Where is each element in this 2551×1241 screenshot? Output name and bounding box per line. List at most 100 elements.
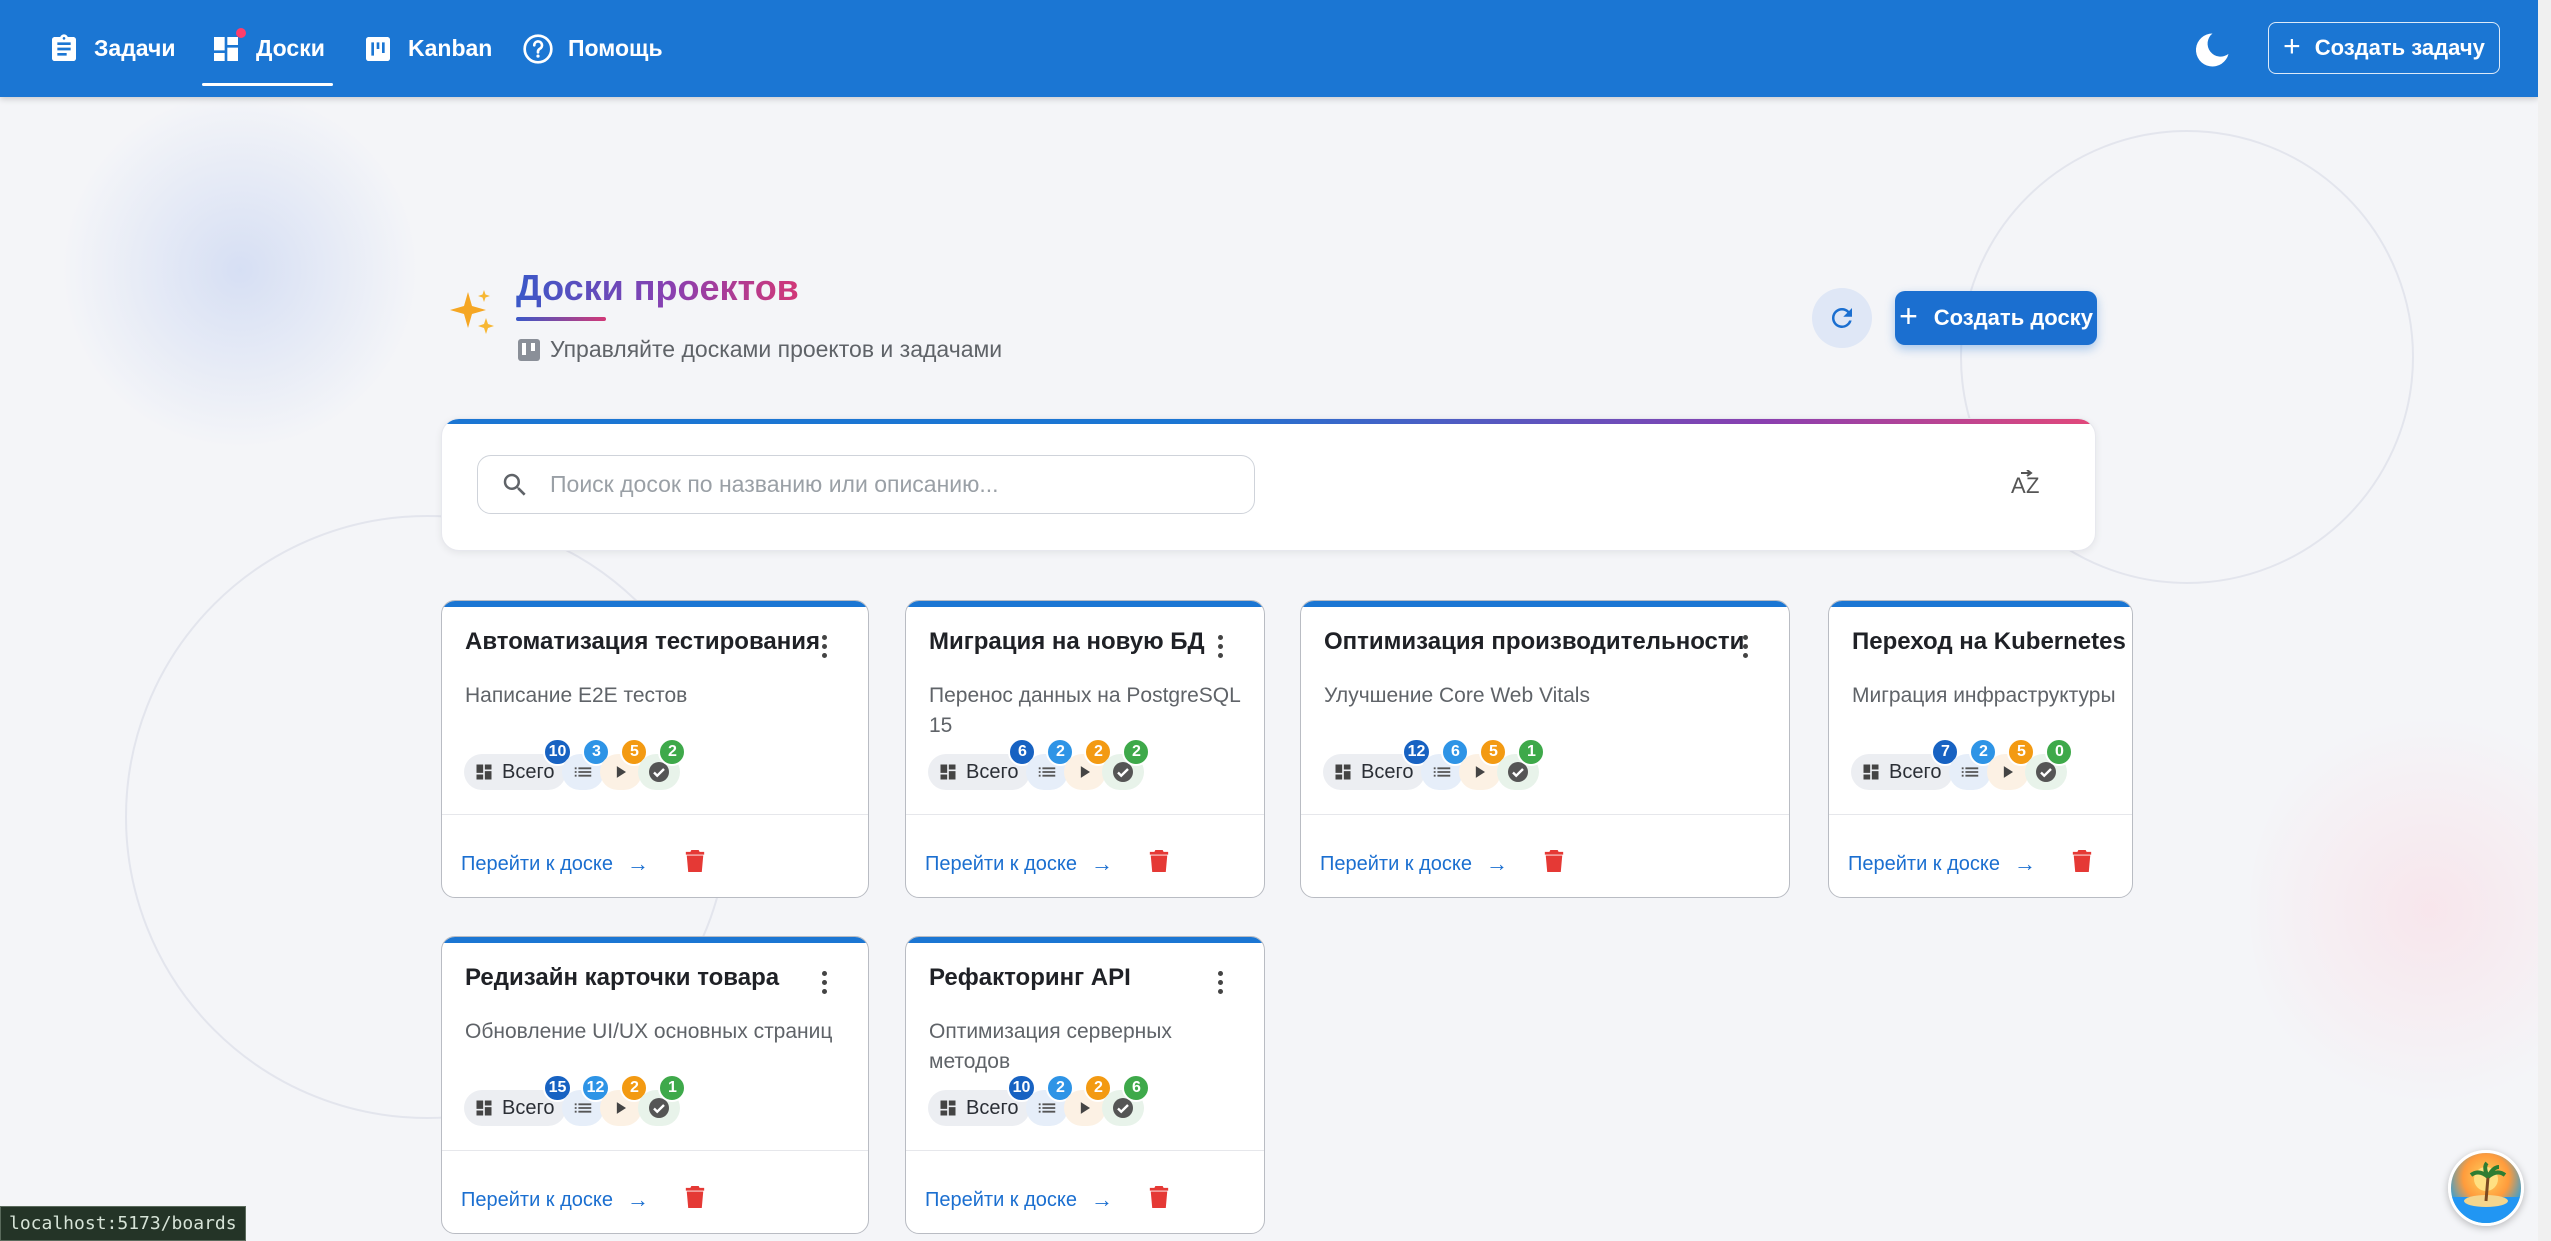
delete-button[interactable]	[2071, 847, 2093, 875]
dashboard-icon	[1335, 764, 1351, 780]
delete-button[interactable]	[1543, 847, 1565, 875]
board-stats: Всего 7 2 5 0	[1851, 738, 2074, 790]
total-chip: Всего 6	[928, 738, 1037, 790]
done-count-badge: 2	[658, 738, 687, 766]
clipboard-icon	[52, 33, 76, 61]
search-icon	[503, 473, 526, 496]
go-to-board-link[interactable]: Перейти к доске →	[1848, 851, 2036, 877]
top-app-bar: Задачи Доски Kanban Помощь + Создать зад…	[0, 0, 2538, 97]
search-input[interactable]	[548, 470, 1232, 499]
palm-island-icon	[2451, 1161, 2521, 1223]
dashboard-icon	[210, 27, 246, 65]
in-progress-chip: 2	[1064, 1074, 1113, 1126]
background-glow	[60, 90, 420, 450]
sort-az-icon[interactable]: A Z	[2008, 465, 2048, 505]
card-divider	[442, 1150, 868, 1151]
go-to-board-link[interactable]: Перейти к доске →	[1320, 851, 1508, 877]
delete-button[interactable]	[684, 847, 706, 875]
board-card[interactable]: Оптимизация производительности Улучшение …	[1300, 600, 1790, 898]
delete-button[interactable]	[684, 1183, 706, 1211]
in-progress-chip: 5	[1459, 738, 1508, 790]
board-stats: Всего 10 2 2 6	[928, 1074, 1151, 1126]
total-chip: Всего 10	[464, 738, 573, 790]
go-to-board-label: Перейти к доске	[1848, 852, 2001, 875]
todo-chip: 2	[1026, 1074, 1075, 1126]
go-to-board-link[interactable]: Перейти к доске →	[925, 851, 1113, 877]
board-card[interactable]: Миграция на новую БД Перенос данных на Po…	[905, 600, 1265, 898]
scrollbar[interactable]	[2538, 0, 2551, 1241]
nav-item-label: Доски	[256, 35, 325, 61]
background-glow	[2250, 700, 2551, 1120]
total-chip: Всего 10	[928, 1074, 1037, 1126]
go-to-board-label: Перейти к доске	[1320, 852, 1473, 875]
done-chip: 2	[1102, 738, 1151, 790]
more-vert-icon[interactable]	[2129, 631, 2132, 665]
nav-item-kanban[interactable]: Kanban	[362, 0, 492, 97]
board-description: Улучшение Core Web Vitals	[1324, 684, 1590, 707]
todo-chip: 2	[1949, 738, 1998, 790]
more-vert-icon[interactable]	[1208, 967, 1232, 1001]
sparkle-icon	[450, 290, 494, 334]
board-card[interactable]: Рефакторинг API Оптимизация серверных мет…	[905, 936, 1265, 1234]
more-vert-icon[interactable]	[1208, 631, 1232, 665]
avatar[interactable]	[2448, 1150, 2524, 1226]
create-task-button[interactable]: + Создать задачу	[2268, 22, 2500, 74]
board-card[interactable]: Редизайн карточки товара Обновление UI/UX…	[441, 936, 869, 1234]
go-to-board-link[interactable]: Перейти к доске →	[461, 1187, 649, 1213]
done-count-badge: 2	[1122, 738, 1151, 766]
svg-text:A: A	[2011, 473, 2026, 498]
board-stats: Всего 10 3 5 2	[464, 738, 687, 790]
nav-item-help[interactable]: Помощь	[522, 0, 663, 97]
kanban-icon	[366, 36, 390, 61]
board-stats: Всего 6 2 2 2	[928, 738, 1151, 790]
create-board-label: Создать доску	[1933, 305, 2093, 330]
nav-item-tasks[interactable]: Задачи	[48, 0, 176, 97]
done-chip: 1	[638, 1074, 687, 1126]
create-task-label: Создать задачу	[2314, 35, 2485, 60]
more-vert-icon[interactable]	[812, 967, 836, 1001]
arrow-right-icon: →	[1091, 1187, 1114, 1212]
go-to-board-label: Перейти к доске	[925, 852, 1078, 875]
moon-icon[interactable]	[2192, 30, 2232, 70]
board-stats: Всего 12 6 5 1	[1323, 738, 1546, 790]
done-count-badge: 6	[1122, 1074, 1151, 1102]
board-title: Миграция на новую БД	[929, 628, 1205, 655]
arrow-right-icon: →	[2014, 851, 2037, 876]
in-progress-chip: 2	[1064, 738, 1113, 790]
refresh-button[interactable]	[1812, 288, 1872, 348]
board-card[interactable]: Автоматизация тестирования Написание E2E …	[441, 600, 869, 898]
trash-icon	[1149, 850, 1169, 872]
delete-button[interactable]	[1148, 847, 1170, 875]
board-description: Оптимизация серверных методов	[929, 1020, 1172, 1073]
svg-text:Z: Z	[2026, 473, 2039, 498]
refresh-icon	[1831, 307, 1852, 328]
search-field[interactable]	[477, 455, 1255, 514]
go-to-board-link[interactable]: Перейти к доске →	[461, 851, 649, 877]
board-title: Автоматизация тестирования	[465, 628, 820, 655]
go-to-board-label: Перейти к доске	[461, 852, 614, 875]
more-vert-icon[interactable]	[1733, 631, 1757, 665]
dashboard-icon	[940, 764, 956, 780]
total-chip: Всего 7	[1851, 738, 1960, 790]
notification-dot	[236, 27, 246, 38]
plus-icon: +	[2283, 29, 2301, 63]
board-stats: Всего 15 12 2 1	[464, 1074, 687, 1126]
status-bar-url: localhost:5173/boards	[0, 1206, 246, 1241]
nav-item-boards[interactable]: Доски	[202, 0, 333, 97]
create-board-button[interactable]: + Создать доску	[1895, 291, 2097, 345]
go-to-board-link[interactable]: Перейти к доске →	[925, 1187, 1113, 1213]
delete-button[interactable]	[1148, 1183, 1170, 1211]
nav-item-label: Помощь	[568, 35, 663, 61]
search-panel: A Z	[441, 418, 2096, 551]
done-chip: 1	[1497, 738, 1546, 790]
in-progress-chip: 5	[1987, 738, 2036, 790]
board-description: Написание E2E тестов	[465, 684, 688, 707]
board-title: Оптимизация производительности	[1324, 628, 1745, 655]
done-count-badge: 0	[2045, 738, 2074, 766]
arrow-right-icon: →	[627, 851, 650, 876]
board-card[interactable]: Переход на Kubernetes Миграция инфраструк…	[1828, 600, 2133, 898]
page-subtitle: Управляйте досками проектов и задачами	[518, 336, 1002, 363]
kanban-small-icon	[518, 338, 540, 361]
more-vert-icon[interactable]	[812, 631, 836, 665]
total-label: Всего	[502, 760, 555, 783]
